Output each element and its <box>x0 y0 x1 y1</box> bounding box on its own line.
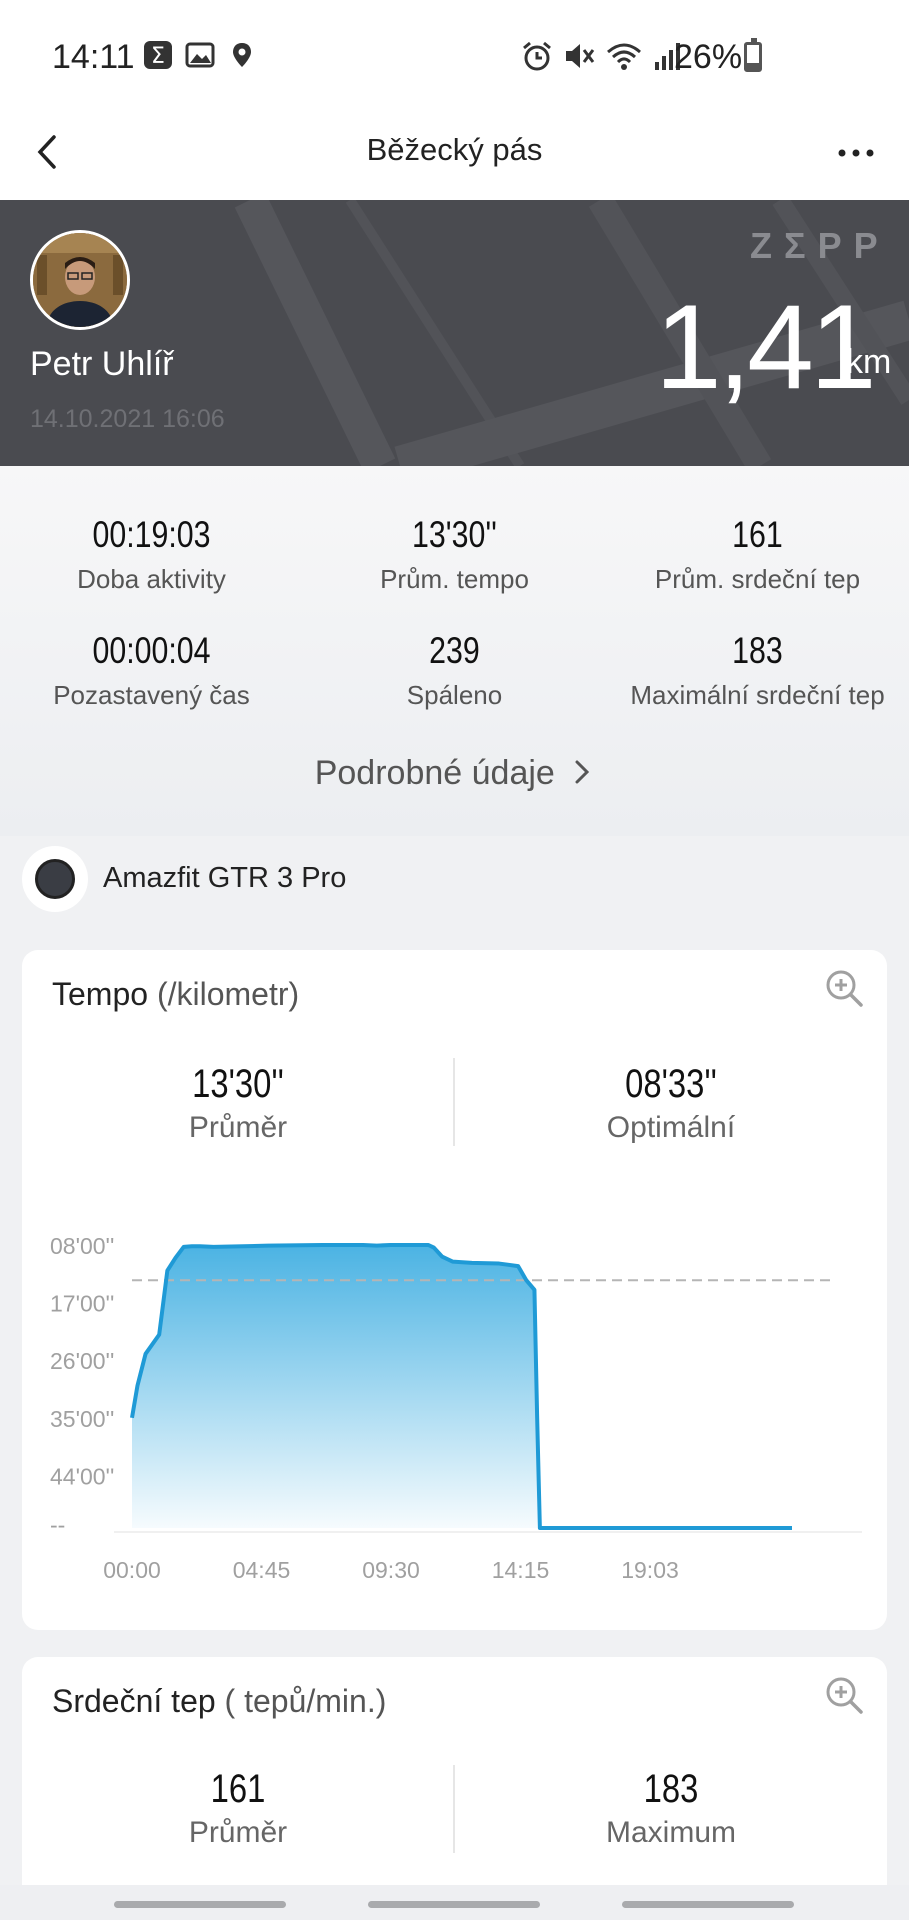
stat-value: 239 <box>429 630 480 671</box>
device-icon <box>22 846 88 912</box>
avatar[interactable] <box>30 230 130 330</box>
wifi-icon <box>607 43 641 70</box>
stat-value: 13'30'' <box>412 514 497 555</box>
stat-value: 161 <box>732 514 783 555</box>
metric-value: 183 <box>643 1767 699 1811</box>
heart-average: 161 Průměr <box>22 1767 454 1850</box>
alarm-icon <box>523 41 551 71</box>
x-tick-label: 04:45 <box>233 1557 291 1583</box>
stat-max-heart-rate: 183 Maximální srdeční tep <box>606 630 909 711</box>
gesture-bar <box>0 1885 909 1920</box>
heart-title: Srdeční tep <box>52 1683 216 1719</box>
y-tick-label: 26'00'' <box>50 1348 114 1374</box>
page-title: Běžecký pás <box>366 132 543 167</box>
gesture-pill[interactable] <box>622 1901 794 1908</box>
tempo-card: Tempo (/kilometr) 13'30'' Průměr 08'33''… <box>22 950 887 1630</box>
distance-value: 1,41 <box>655 280 877 414</box>
image-icon <box>185 40 215 70</box>
workout-date: 14.10.2021 16:06 <box>30 405 225 433</box>
battery-icon <box>744 38 762 72</box>
y-tick-label: 08'00'' <box>50 1233 114 1259</box>
stat-activity-time: 00:19:03 Doba aktivity <box>0 514 303 595</box>
status-left-icons: Σ <box>143 40 257 70</box>
stat-label: Spáleno <box>406 680 503 710</box>
details-link-label: Podrobné údaje <box>314 754 555 792</box>
stat-avg-heart-rate: 161 Prům. srdeční tep <box>606 514 909 595</box>
y-tick-label: 17'00'' <box>50 1291 114 1317</box>
user-photo <box>33 233 127 327</box>
svg-text:Σ: Σ <box>151 44 165 69</box>
sigma-icon: Σ <box>143 40 173 70</box>
metric-label: Maximum <box>605 1816 736 1849</box>
x-tick-label: 19:03 <box>621 1557 679 1583</box>
device-name: Amazfit GTR 3 Pro <box>103 862 347 894</box>
pace-area <box>132 1245 538 1528</box>
heart-card-title: Srdeční tep ( tepů/min.) <box>52 1683 386 1720</box>
stat-avg-pace: 13'30'' Prům. tempo <box>303 514 606 595</box>
gesture-pill[interactable] <box>368 1901 540 1908</box>
x-tick-label: 09:30 <box>362 1557 420 1583</box>
stats-grid: 00:19:03 Doba aktivity 13'30'' Prům. tem… <box>0 466 909 836</box>
heart-maximum: 183 Maximum <box>455 1767 887 1850</box>
nav-bar: Běžecký pás <box>0 105 909 200</box>
stat-value: 00:19:03 <box>92 514 211 555</box>
metric-value: 161 <box>210 1767 266 1811</box>
y-tick-label: -- <box>50 1512 65 1538</box>
stat-label: Maximální srdeční tep <box>630 680 885 710</box>
y-tick-label: 35'00'' <box>50 1406 114 1432</box>
mute-icon <box>566 44 595 68</box>
stat-value: 00:00:04 <box>92 630 211 671</box>
metric-label: Průměr <box>188 1816 288 1849</box>
status-time: 14:11 <box>52 38 135 76</box>
details-link[interactable]: Podrobné údaje <box>0 754 909 793</box>
tempo-chart[interactable]: 08'00'' 17'00'' 26'00'' 35'00'' 44'00'' -- 00:… <box>22 950 887 1630</box>
heart-rate-card: Srdeční tep ( tepů/min.) 161 Průměr 183 … <box>22 1657 887 1917</box>
zoom-in-icon <box>826 1677 863 1714</box>
more-button[interactable] <box>826 125 886 180</box>
status-bar: 14:11 Σ 26% <box>0 0 909 105</box>
location-icon <box>227 40 257 70</box>
stat-value: 183 <box>732 630 783 671</box>
stat-label: Prům. srdeční tep <box>654 564 861 594</box>
stat-label: Prům. tempo <box>380 564 529 594</box>
stat-paused-time: 00:00:04 Pozastavený čas <box>0 630 303 711</box>
stat-calories: 239 Spáleno <box>303 630 606 711</box>
battery-percent: 26% <box>674 38 743 76</box>
workout-header: Petr Uhlíř 14.10.2021 16:06 ZΣPP 1,41 km <box>0 200 909 466</box>
zepp-logo: ZΣPP <box>750 225 890 266</box>
heart-unit: ( tepů/min.) <box>224 1683 387 1719</box>
stat-label: Doba aktivity <box>77 564 226 594</box>
chevron-right-icon <box>575 760 590 784</box>
user-name: Petr Uhlíř <box>30 345 174 383</box>
zoom-button[interactable] <box>824 1675 864 1715</box>
gesture-pill[interactable] <box>114 1901 286 1908</box>
more-icon <box>838 149 874 157</box>
status-right-icons <box>520 40 682 72</box>
stat-label: Pozastavený čas <box>53 680 250 710</box>
watch-icon <box>35 859 75 899</box>
x-tick-label: 00:00 <box>103 1557 161 1583</box>
distance-unit: km <box>846 343 892 381</box>
x-tick-label: 14:15 <box>492 1557 550 1583</box>
y-tick-label: 44'00'' <box>50 1463 114 1489</box>
